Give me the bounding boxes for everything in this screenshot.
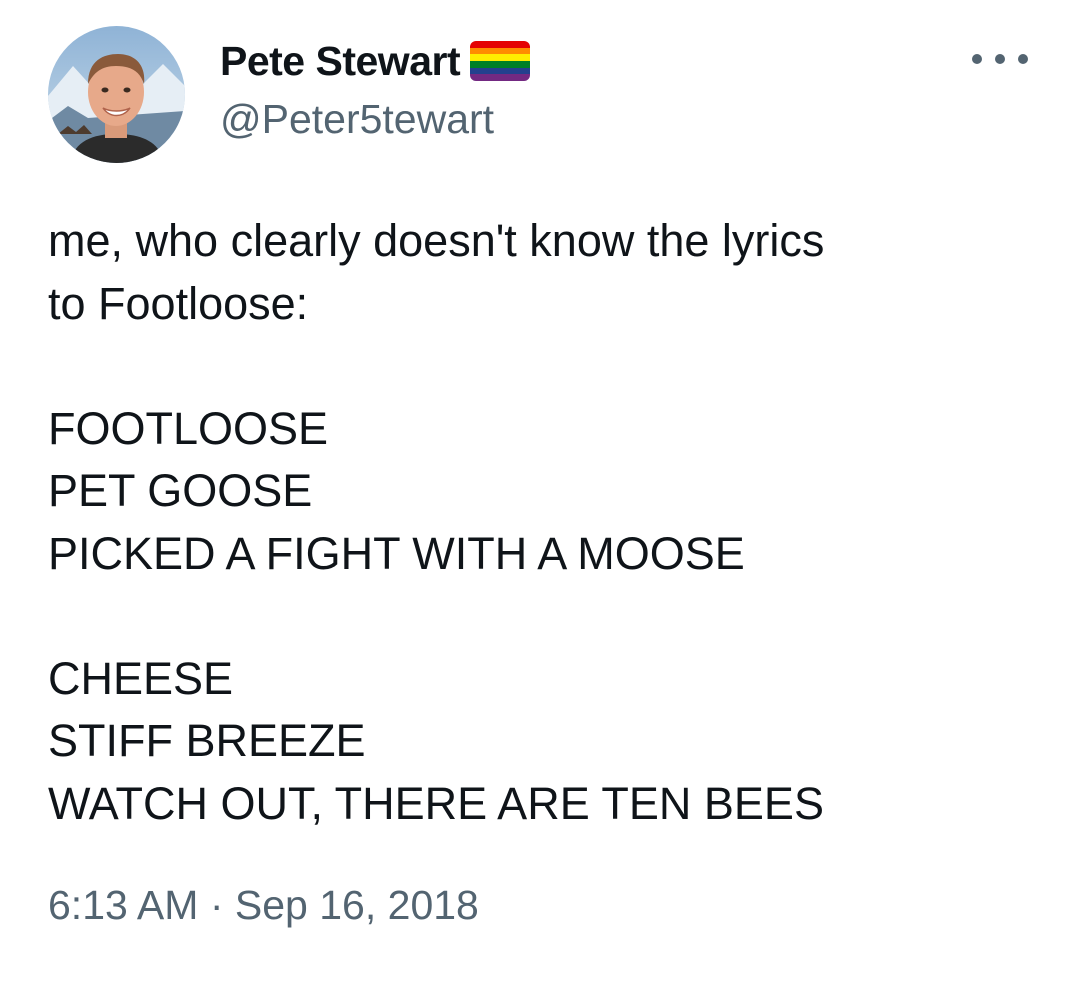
tweet-time[interactable]: 6:13 AM (48, 882, 198, 928)
rainbow-flag-icon (470, 41, 531, 81)
avatar[interactable] (48, 26, 185, 163)
tweet-text-line: to Footloose: (48, 277, 309, 329)
tweet-text-line (48, 335, 1048, 398)
author-display-name[interactable]: Pete Stewart (220, 38, 461, 85)
author-handle[interactable]: @Peter5tewart (220, 96, 494, 143)
author-name-row: Pete Stewart (220, 36, 531, 86)
tweet-timestamp: 6:13 AM · Sep 16, 2018 (48, 882, 479, 929)
tweet-text-line: me, who clearly doesn't know the lyrics (48, 215, 825, 266)
timestamp-separator: · (209, 882, 224, 928)
more-options-icon[interactable] (972, 44, 1028, 74)
tweet-text-line: CHEESE (48, 652, 234, 704)
tweet-text-line: STIFF BREEZE (48, 715, 366, 766)
tweet-text: me, who clearly doesn't know the lyrics … (48, 210, 1048, 835)
tweet-text-line: PICKED A FIGHT WITH A MOOSE (48, 527, 745, 579)
avatar-image (48, 26, 185, 163)
tweet-date[interactable]: Sep 16, 2018 (235, 882, 479, 928)
tweet-text-line (48, 585, 1048, 648)
tweet-text-line: WATCH OUT, THERE ARE TEN BEES (48, 777, 824, 829)
tweet-text-line: FOOTLOOSE (48, 402, 329, 454)
tweet-text-line: PET GOOSE (48, 465, 313, 516)
